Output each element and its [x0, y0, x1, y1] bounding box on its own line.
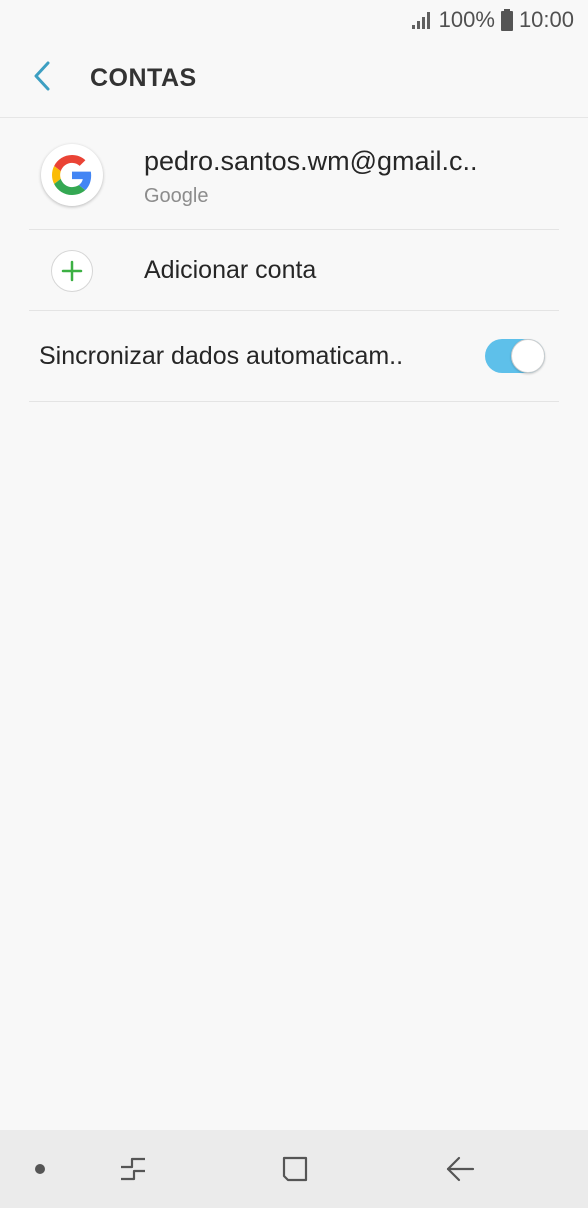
- add-account-label: Adicionar conta: [144, 256, 317, 284]
- app-header: CONTAS: [0, 40, 588, 118]
- signal-icon: [411, 10, 433, 30]
- status-bar: 100% 10:00: [0, 0, 588, 40]
- battery-percent: 100%: [438, 7, 495, 32]
- account-email: pedro.santos.wm@gmail.c..: [144, 146, 478, 176]
- back-button[interactable]: [0, 40, 90, 118]
- toggle-knob: [511, 339, 545, 373]
- battery-icon: [500, 9, 513, 31]
- auto-sync-item[interactable]: Sincronizar dados automaticam..: [29, 311, 559, 402]
- auto-sync-toggle[interactable]: [485, 339, 545, 373]
- add-account-item[interactable]: Adicionar conta: [29, 230, 559, 311]
- google-icon: [41, 144, 103, 206]
- page-title: CONTAS: [90, 64, 197, 92]
- dot-icon[interactable]: [18, 1130, 62, 1208]
- navigation-bar: [0, 1130, 588, 1208]
- account-item-google[interactable]: pedro.santos.wm@gmail.c.. Google: [29, 118, 559, 230]
- accounts-list: pedro.santos.wm@gmail.c.. Google Adicion…: [0, 118, 588, 402]
- account-type: Google: [144, 185, 209, 207]
- recent-apps-icon[interactable]: [106, 1130, 160, 1208]
- status-time: 10:00: [518, 7, 574, 32]
- back-arrow-icon[interactable]: [432, 1130, 488, 1208]
- plus-icon: [51, 250, 93, 292]
- auto-sync-label: Sincronizar dados automaticam..: [39, 342, 404, 370]
- chevron-left-icon: [32, 60, 52, 97]
- home-icon[interactable]: [268, 1130, 322, 1208]
- account-text: pedro.santos.wm@gmail.c.. Google: [144, 146, 478, 208]
